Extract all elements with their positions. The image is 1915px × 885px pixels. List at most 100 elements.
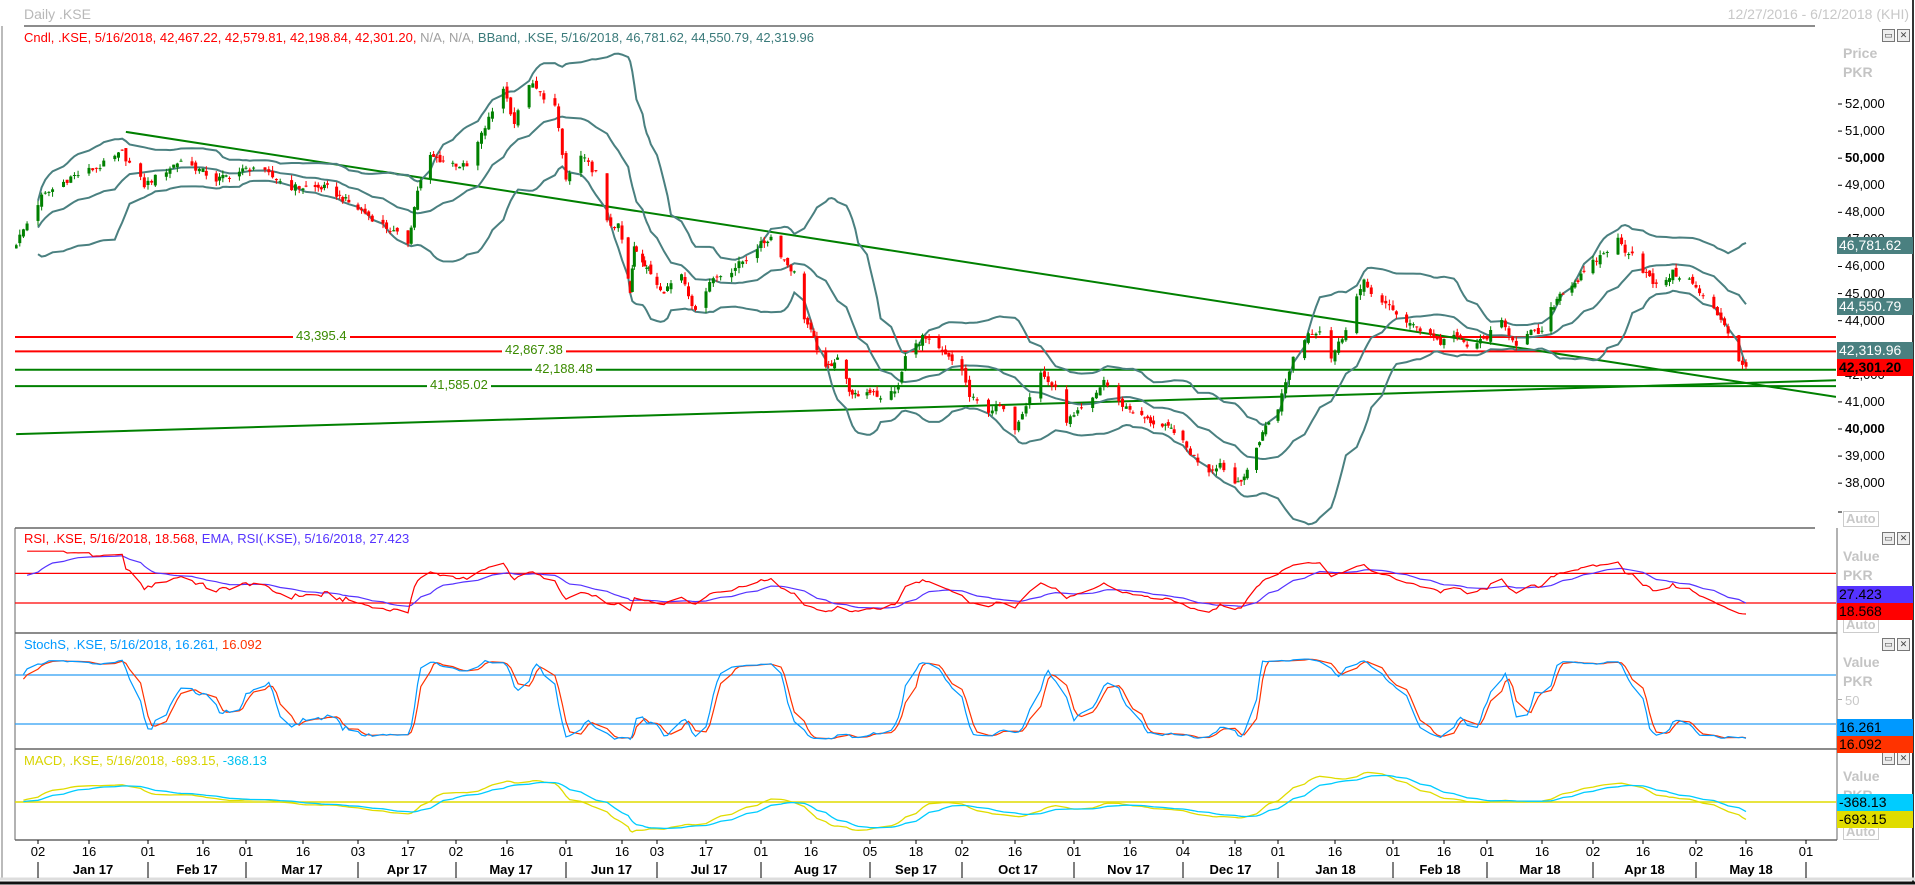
candle-body [1149,417,1153,424]
close-icon[interactable]: ✕ [1897,752,1910,765]
date-tick-label: 16 [803,844,819,859]
price-tick-label: 38,000 [1845,475,1885,491]
candle-body [297,186,301,189]
candle-body [341,197,345,202]
bband-legend: BBand, .KSE, 5/16/2018, 46,781.62, 44,55… [474,30,815,45]
candle-body [1478,338,1482,344]
candle-body [590,161,594,173]
candle-body [1558,293,1562,301]
candle-body [634,246,638,252]
candle-body [15,245,18,249]
price-auto-scale-button[interactable]: Auto [1843,511,1879,527]
candle-body [964,367,968,383]
candle-body [1160,423,1164,427]
candle-body [630,268,634,292]
restore-icon[interactable]: ▭ [1882,638,1895,651]
level-label: 41,585.02 [427,377,491,392]
candle-body [1408,323,1412,326]
candle-body [1485,337,1489,340]
restore-icon[interactable]: ▭ [1882,532,1895,545]
candle-body [36,205,40,221]
candle-body [1369,287,1373,294]
macd-signal-legend: -368.13 [219,753,267,768]
candle-body [1644,271,1648,273]
candle-body [560,128,564,155]
candle-body [868,389,872,393]
candle-body [789,265,793,272]
candle-body [124,148,128,162]
candle-body [704,291,708,308]
candle-body [1671,269,1675,281]
candle-body [1677,278,1681,280]
candle [1306,332,1310,345]
date-tick-label: 16 [1122,844,1138,859]
candle-body [1140,410,1144,415]
candle-body [643,260,647,267]
candle-body [1094,392,1098,399]
candle [605,173,609,223]
date-tick-label: 17 [400,844,416,859]
candle-body [1310,333,1314,335]
date-tick-label: 03 [350,844,366,859]
candle-body [301,188,305,190]
candle-body [153,174,157,186]
candle-body [290,180,294,191]
candle-body [117,152,120,158]
candle-body [248,169,252,172]
candle [1098,386,1102,396]
candle-body [1245,469,1249,479]
candle-body [224,175,228,177]
candle-body [1163,424,1167,426]
candle-body [542,93,546,100]
close-icon[interactable]: ✕ [1897,532,1910,545]
candle-body [994,405,998,412]
candle-body [1511,336,1515,341]
date-tick-label: 01 [238,844,254,859]
date-tick-label: 04 [1175,844,1191,859]
stoch-axis-unit: PKR [1843,673,1873,689]
candle-body [1540,330,1544,332]
candle-body [43,192,47,194]
candle-body [812,330,816,337]
candle-body [856,394,860,397]
candle-body [1076,410,1080,414]
candle-body [1455,332,1459,336]
macd-value-box: -368.13 [1837,794,1913,811]
candle-body [1188,448,1192,455]
candle-body [879,398,883,400]
candle-body [1072,415,1076,417]
candle-body [903,356,907,371]
candle-body [762,240,766,244]
candle-body [806,317,810,325]
candle-body [1549,306,1553,332]
candle-body [412,207,416,228]
candle-body [1668,278,1671,282]
candle-body [917,344,921,347]
candle-body [458,166,462,169]
restore-icon[interactable]: ▭ [1882,752,1895,765]
rsi-panel-controls: ▭ ✕ [1882,532,1910,545]
candle-body [1459,335,1463,337]
candle-body [1514,340,1518,346]
candle-body [172,164,176,168]
candle [527,84,531,110]
candle-body [347,199,351,203]
restore-icon[interactable]: ▭ [1882,29,1895,42]
level-label: 43,395.4 [293,328,350,343]
candle-body [120,149,124,151]
date-tick-label: 01 [1479,844,1495,859]
chart-canvas[interactable] [0,0,1915,885]
candle-body [669,283,673,290]
candle-body [1002,405,1006,410]
candle-body [683,276,687,285]
month-label: Apr 18 [1624,862,1665,877]
candle-body [1143,417,1147,419]
close-icon[interactable]: ✕ [1897,638,1910,651]
candle-body [1698,288,1702,294]
candle [1039,369,1043,403]
close-icon[interactable]: ✕ [1897,29,1910,42]
candle-body [419,180,423,189]
candle-body [194,162,198,171]
candle-body [830,363,834,367]
candle-body [914,343,918,355]
